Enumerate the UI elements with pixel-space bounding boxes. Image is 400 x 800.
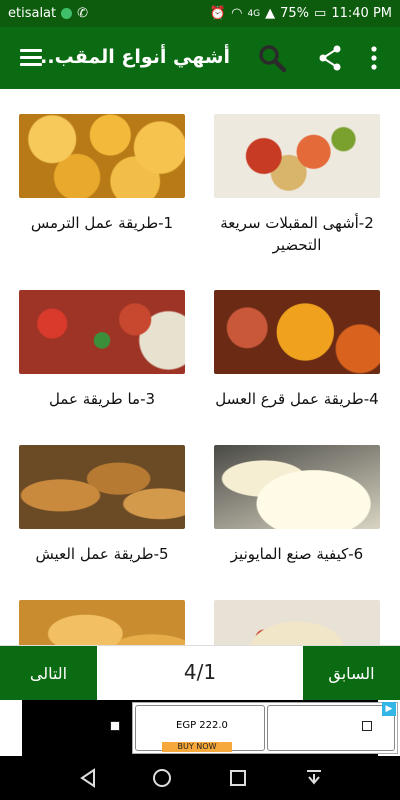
ad-content[interactable]: EGP 222.0 BUY NOW bbox=[132, 702, 398, 754]
recipe-image[interactable] bbox=[214, 114, 380, 198]
system-nav-bar bbox=[0, 756, 400, 800]
notification-pull-icon[interactable] bbox=[304, 768, 324, 788]
ad-product-empty[interactable] bbox=[267, 705, 395, 751]
ad-choices-icon[interactable]: ▶ bbox=[382, 702, 396, 716]
pager-bar: التالى 4/1 السابق bbox=[0, 645, 400, 701]
ad-banner[interactable]: EGP 222.0 BUY NOW ▶ bbox=[0, 700, 400, 756]
clock: 11:40 PM bbox=[331, 6, 392, 21]
recipe-image[interactable] bbox=[19, 290, 185, 374]
ad-product[interactable]: EGP 222.0 BUY NOW bbox=[135, 705, 265, 752]
recipe-image[interactable] bbox=[214, 290, 380, 374]
recipe-card-1[interactable]: 1-طريقة عمل الترمس bbox=[19, 114, 185, 234]
status-bar: etisalat ✆ ⏰ ◠ 4G ▲ 75% ▭ 11:40 PM bbox=[0, 0, 400, 27]
recipe-image[interactable] bbox=[19, 600, 185, 645]
recipe-image[interactable] bbox=[19, 445, 185, 529]
recipe-caption[interactable]: 5-طريقة عمل العيش bbox=[19, 543, 185, 565]
menu-icon[interactable] bbox=[20, 49, 42, 67]
search-icon[interactable] bbox=[258, 44, 286, 72]
recipe-grid: 1-طريقة عمل الترمس 2-أشهى المقبلات سريعة… bbox=[0, 89, 400, 645]
share-icon[interactable] bbox=[318, 45, 342, 71]
page-title: أشهي أنواع المقب.. bbox=[40, 46, 230, 68]
recipe-image[interactable] bbox=[214, 445, 380, 529]
status-right: ⏰ ◠ 4G ▲ 75% ▭ 11:40 PM bbox=[210, 6, 392, 21]
recipe-caption[interactable]: 1-طريقة عمل الترمس bbox=[19, 212, 185, 234]
recents-icon[interactable] bbox=[228, 768, 248, 788]
recipe-image[interactable] bbox=[214, 600, 380, 645]
battery-icon: ▭ bbox=[314, 6, 327, 21]
previous-button[interactable]: السابق bbox=[303, 646, 400, 701]
alarm-icon: ⏰ bbox=[209, 6, 227, 21]
recipe-card-6[interactable]: 6-كيفية صنع المايونيز bbox=[214, 445, 380, 565]
app-notification-icon bbox=[61, 8, 73, 19]
recipe-card-5[interactable]: 5-طريقة عمل العيش bbox=[19, 445, 185, 565]
ad-corner-marker bbox=[362, 721, 372, 731]
ad-corner-marker bbox=[110, 721, 120, 731]
whatsapp-icon: ✆ bbox=[77, 6, 89, 21]
network-label: 4G bbox=[247, 8, 261, 19]
signal-icon: ▲ bbox=[265, 6, 276, 21]
recipe-card-7[interactable] bbox=[19, 600, 185, 645]
recipe-card-8[interactable] bbox=[214, 600, 380, 645]
battery-percent: 75% bbox=[280, 6, 310, 21]
more-vertical-icon[interactable] bbox=[368, 46, 380, 70]
recipe-image[interactable] bbox=[19, 114, 185, 198]
recipe-caption[interactable]: 4-طريقة عمل قرع العسل bbox=[214, 388, 380, 410]
status-left: etisalat ✆ bbox=[8, 6, 88, 21]
ad-container[interactable]: EGP 222.0 BUY NOW ▶ bbox=[22, 700, 398, 756]
next-button[interactable]: التالى bbox=[0, 646, 97, 701]
carrier-label: etisalat bbox=[8, 6, 57, 21]
wifi-icon: ◠ bbox=[231, 6, 243, 21]
recipe-card-4[interactable]: 4-طريقة عمل قرع العسل bbox=[214, 290, 380, 410]
ad-price: EGP 222.0 bbox=[176, 720, 228, 731]
recipe-caption[interactable]: 3-ما طريقة عمل bbox=[19, 388, 185, 410]
recipe-card-2[interactable]: 2-أشهى المقبلات سريعة التحضير bbox=[214, 114, 380, 256]
recipe-card-3[interactable]: 3-ما طريقة عمل bbox=[19, 290, 185, 410]
home-icon[interactable] bbox=[152, 768, 172, 788]
page-indicator: 4/1 bbox=[183, 660, 217, 684]
ad-buy-button[interactable]: BUY NOW bbox=[162, 742, 232, 752]
recipe-caption[interactable]: 2-أشهى المقبلات سريعة التحضير bbox=[214, 212, 380, 256]
back-icon[interactable] bbox=[78, 768, 98, 788]
app-bar: أشهي أنواع المقب.. bbox=[0, 27, 400, 89]
recipe-caption[interactable]: 6-كيفية صنع المايونيز bbox=[214, 543, 380, 565]
